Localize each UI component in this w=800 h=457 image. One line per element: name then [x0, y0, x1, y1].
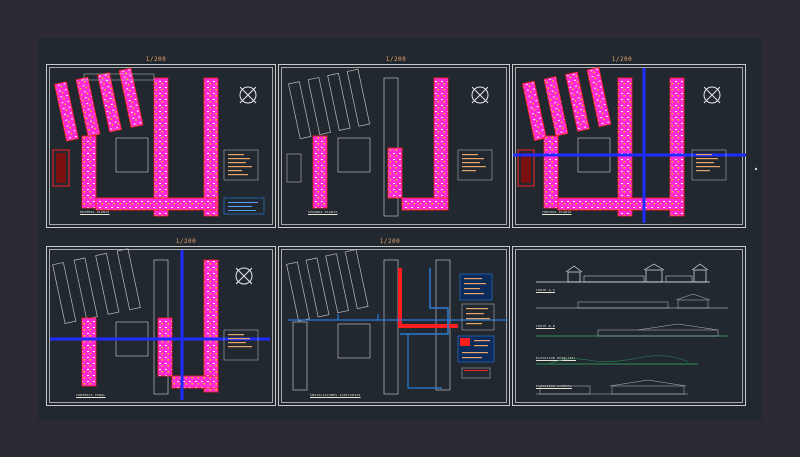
north-arrow-icon: [471, 86, 489, 104]
plan-segunda-planta: [286, 68, 493, 217]
plan-primera-planta: [52, 67, 265, 217]
elevations-sheet: [536, 263, 728, 395]
cad-viewport[interactable]: 1/200 1/200 1/200 1/200 1/200 PRIMERA PL…: [38, 38, 762, 420]
plan-cubierta: [50, 248, 270, 400]
compass-rose-icon: [239, 86, 257, 104]
plan-instalaciones: [286, 249, 508, 395]
cad-drawing: [50, 67, 758, 400]
north-arrow-icon: [703, 86, 721, 104]
north-arrow-icon: [235, 267, 253, 285]
plan-tercera-planta: [513, 67, 758, 223]
